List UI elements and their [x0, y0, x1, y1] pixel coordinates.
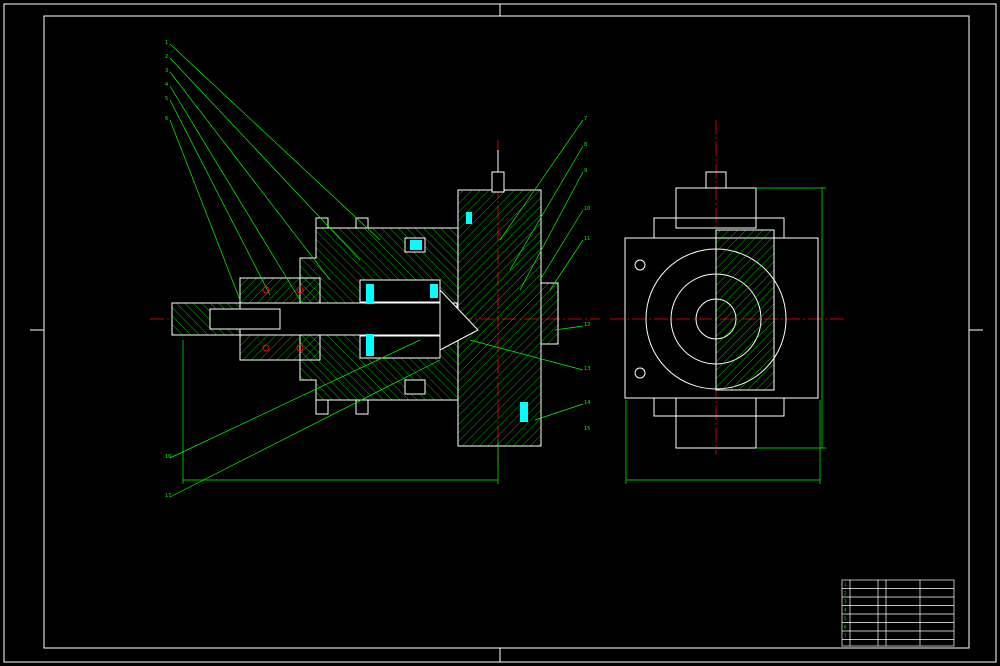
title-block-cell: 5	[844, 616, 847, 621]
title-block-cell: 7	[844, 633, 847, 638]
title-block-cell: 3	[844, 599, 847, 604]
callout-14: 14	[584, 400, 590, 406]
callout-12: 12	[584, 322, 590, 328]
callout-8: 8	[584, 142, 587, 148]
callout-11: 11	[584, 236, 590, 242]
title-block-cell: 2	[844, 591, 847, 596]
callout-2: 2	[165, 54, 168, 60]
callout-5: 5	[165, 96, 168, 102]
title-block: 1 2 3 4 5 6 7	[841, 579, 955, 647]
end-view	[624, 171, 819, 449]
callout-15: 15	[584, 426, 590, 432]
title-block-cell: 1	[844, 582, 847, 587]
title-block-cell: 4	[844, 608, 847, 613]
callout-7: 7	[584, 116, 587, 122]
callout-13: 13	[584, 366, 590, 372]
callout-10: 10	[584, 206, 590, 212]
title-block-cell: 6	[844, 625, 847, 630]
drawing-sheet: 123456 7891011121314151617 1234567	[3, 3, 997, 663]
section-view	[171, 150, 559, 447]
callout-17: 17	[165, 493, 171, 499]
callout-1: 1	[165, 40, 168, 46]
callout-4: 4	[165, 82, 168, 88]
callout-9: 9	[584, 168, 587, 174]
callout-16: 16	[165, 454, 171, 460]
callout-6: 6	[165, 116, 168, 122]
callout-3: 3	[165, 68, 168, 74]
